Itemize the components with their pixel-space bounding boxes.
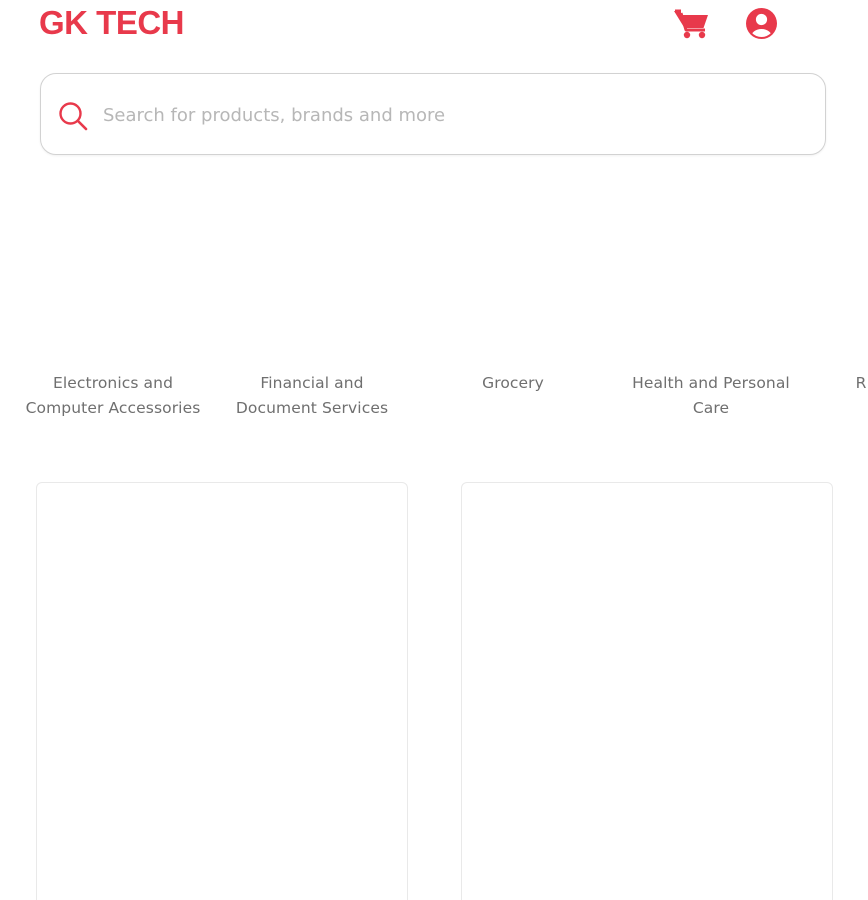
- category-list: Electronics and Computer Accessories Fin…: [0, 371, 868, 451]
- cart-icon: [674, 9, 708, 39]
- category-grocery[interactable]: Grocery: [423, 371, 603, 396]
- search-icon[interactable]: [57, 100, 89, 132]
- search-bar[interactable]: [40, 73, 826, 155]
- category-electronics[interactable]: Electronics and Computer Accessories: [23, 371, 203, 420]
- account-button[interactable]: [744, 6, 779, 41]
- page: GK TECH Search for products, brands and …: [0, 0, 868, 900]
- product-card[interactable]: [461, 482, 833, 900]
- search-input[interactable]: [103, 96, 783, 134]
- cart-button[interactable]: [672, 6, 710, 40]
- brand-logo[interactable]: GK TECH: [39, 4, 185, 42]
- account-icon: [746, 8, 777, 39]
- product-card[interactable]: [36, 482, 408, 900]
- category-financial-document-services[interactable]: Financial and Document Services: [222, 371, 402, 420]
- category-partial[interactable]: R: [771, 371, 868, 396]
